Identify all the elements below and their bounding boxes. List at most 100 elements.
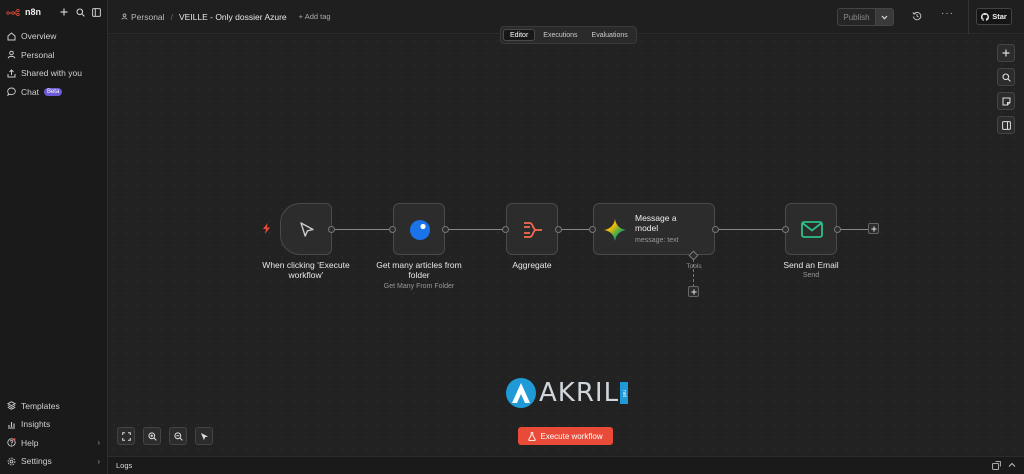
input-handle[interactable] — [782, 226, 789, 233]
pointer-icon — [200, 432, 208, 440]
user-icon — [7, 50, 16, 59]
beta-badge: Beta — [43, 87, 63, 96]
sidebar-item-shared[interactable]: Shared with you — [0, 64, 107, 82]
connection-line — [841, 229, 868, 230]
star-label: Star — [992, 12, 1007, 21]
user-icon — [121, 13, 128, 20]
sidebar-item-templates[interactable]: Templates — [0, 397, 107, 415]
search-icon[interactable] — [75, 7, 85, 17]
view-tabs: Editor Executions Evaluations — [500, 26, 637, 44]
node-get-articles[interactable] — [393, 203, 445, 255]
node-subtitle: Get Many From Folder — [383, 283, 455, 290]
node-label: When clicking ‘Execute workflow’ — [262, 260, 350, 280]
add-tag-button[interactable]: + Add tag — [299, 12, 331, 21]
share-icon — [7, 68, 16, 78]
sidebar-toggle-icon[interactable] — [91, 7, 101, 17]
node-manual-trigger[interactable] — [280, 203, 332, 255]
owner-label: Personal — [131, 11, 165, 22]
github-icon — [981, 12, 990, 21]
chevron-down-icon — [881, 15, 888, 20]
input-handle[interactable] — [502, 226, 509, 233]
github-star-button[interactable]: Star — [976, 8, 1012, 25]
app-name: n8n — [25, 7, 42, 17]
zoom-out-icon — [173, 431, 183, 441]
node-send-email[interactable] — [785, 203, 837, 255]
output-handle[interactable] — [555, 226, 562, 233]
watermark-text: AKRIL — [539, 378, 620, 408]
more-options-icon[interactable]: ··· — [941, 8, 954, 19]
sidebar-item-label: Templates — [21, 400, 60, 411]
sticky-note-button[interactable] — [997, 92, 1015, 110]
tab-executions[interactable]: Executions — [537, 29, 583, 41]
history-icon — [912, 11, 922, 21]
chevron-right-icon: › — [97, 438, 100, 447]
plus-icon[interactable] — [59, 7, 69, 17]
search-nodes-button[interactable] — [997, 68, 1015, 86]
plus-icon — [690, 288, 697, 295]
email-icon — [801, 221, 823, 238]
node-aggregate[interactable] — [506, 203, 558, 255]
fullscreen-icon — [121, 431, 131, 441]
tab-editor[interactable]: Editor — [503, 29, 536, 41]
n8n-logo[interactable]: n8n — [6, 7, 41, 17]
history-button[interactable] — [912, 11, 922, 23]
output-handle[interactable] — [328, 226, 335, 233]
output-handle[interactable] — [442, 226, 449, 233]
sidebar-item-insights[interactable]: Insights — [0, 415, 107, 433]
help-icon — [7, 438, 16, 447]
flask-icon — [528, 431, 537, 441]
zoom-in-icon — [147, 431, 157, 441]
sidebar-item-chat[interactable]: Chat Beta — [0, 83, 107, 101]
execute-workflow-button[interactable]: Execute workflow — [518, 427, 613, 445]
plus-icon — [1002, 49, 1010, 57]
output-handle[interactable] — [834, 226, 841, 233]
chevron-up-icon[interactable] — [1008, 461, 1016, 469]
sidebar-item-settings[interactable]: Settings › — [0, 452, 107, 470]
sidebar-item-label: Chat — [21, 86, 39, 97]
akril-watermark: AKRIL net — [505, 377, 629, 409]
canvas-zoom-toolbar — [117, 427, 213, 445]
add-node-button[interactable] — [997, 44, 1015, 62]
watermark-suffix: net — [620, 382, 629, 404]
publish-button[interactable]: Publish — [838, 9, 876, 25]
zoom-out-button[interactable] — [169, 427, 187, 445]
input-handle[interactable] — [589, 226, 596, 233]
execute-workflow-label: Execute workflow — [540, 431, 603, 441]
popout-icon[interactable] — [992, 461, 1001, 470]
sidebar-header: n8n — [0, 0, 107, 24]
sidebar-item-help[interactable]: Help › — [0, 434, 107, 452]
zoom-in-button[interactable] — [143, 427, 161, 445]
sidebar-item-overview[interactable]: Overview — [0, 27, 107, 45]
canvas-right-toolbar — [997, 44, 1015, 134]
fit-view-button[interactable] — [117, 427, 135, 445]
output-handle[interactable] — [712, 226, 719, 233]
workflow-title[interactable]: VEILLE - Only dossier Azure — [179, 12, 287, 22]
node-message-model[interactable]: Message a model message: text — [593, 203, 715, 255]
cursor-icon — [300, 222, 314, 237]
breadcrumb-owner[interactable]: Personal — [121, 12, 165, 22]
tab-evaluations[interactable]: Evaluations — [586, 29, 634, 41]
search-icon — [1001, 72, 1011, 82]
add-next-node-button[interactable] — [868, 223, 879, 234]
tools-label: Tools — [686, 263, 702, 270]
selection-mode-button[interactable] — [195, 427, 213, 445]
node-label: Aggregate — [512, 260, 552, 270]
node-label: Send an Email — [783, 260, 839, 270]
toggle-panel-button[interactable] — [997, 116, 1015, 134]
sidebar-item-label: Personal — [21, 49, 55, 60]
breadcrumb: Personal / VEILLE - Only dossier Azure +… — [121, 12, 331, 22]
publish-dropdown-button[interactable] — [876, 9, 893, 25]
input-handle[interactable] — [389, 226, 396, 233]
sidebar-item-personal[interactable]: Personal — [0, 46, 107, 64]
connection-line — [719, 229, 782, 230]
aggregate-icon — [524, 222, 542, 238]
chat-icon — [7, 87, 16, 96]
add-tool-button[interactable] — [688, 286, 699, 297]
sticky-note-icon — [1002, 97, 1010, 105]
connection-line — [449, 229, 503, 230]
node-title: Message a model — [635, 213, 677, 233]
connection-line — [562, 229, 590, 230]
logs-panel-bar[interactable]: Logs — [108, 456, 1024, 474]
sidebar-item-label: Insights — [21, 419, 51, 429]
home-icon — [7, 31, 16, 41]
